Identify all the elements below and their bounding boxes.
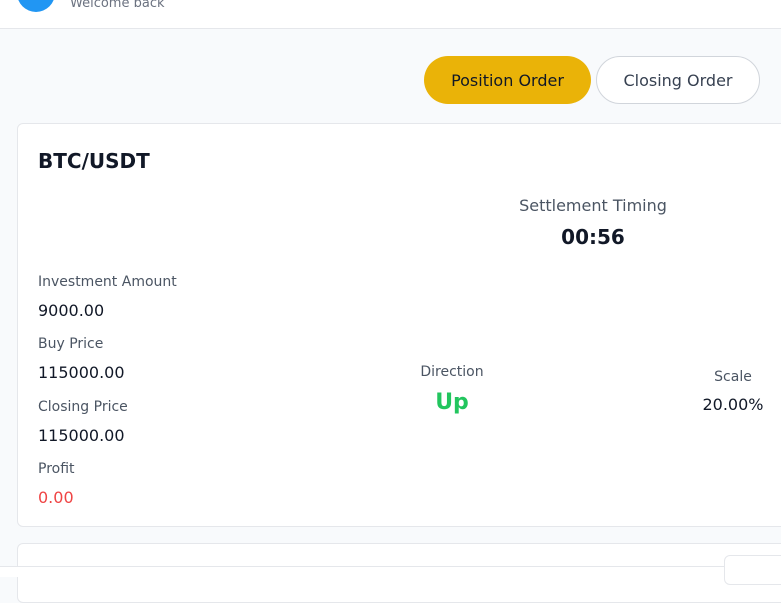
scale-value: 20.00% <box>702 395 764 414</box>
settlement-timing-label: Settlement Timing <box>519 196 667 215</box>
floating-button[interactable] <box>724 555 781 585</box>
closing-price-value: 115000.00 <box>38 426 125 445</box>
profit-label: Profit <box>38 461 75 477</box>
bottom-bar <box>0 566 781 577</box>
settlement-timing-value: 00:56 <box>561 225 625 249</box>
buy-price-value: 115000.00 <box>38 363 125 382</box>
investment-amount-value: 9000.00 <box>38 301 105 320</box>
closing-price-label: Closing Price <box>38 399 128 415</box>
position-order-button[interactable]: Position Order <box>424 56 591 104</box>
welcome-text: Welcome back <box>70 0 165 11</box>
direction-value: Up <box>435 390 469 415</box>
profit-value: 0.00 <box>38 488 74 507</box>
direction-label: Direction <box>420 364 484 380</box>
avatar[interactable] <box>17 0 55 12</box>
buy-price-label: Buy Price <box>38 336 104 352</box>
trading-pair: BTC/USDT <box>38 149 150 173</box>
scale-label: Scale <box>714 369 752 385</box>
closing-order-button[interactable]: Closing Order <box>596 56 760 104</box>
top-bar: Welcome back <box>0 0 781 29</box>
investment-amount-label: Investment Amount <box>38 274 177 290</box>
order-card[interactable]: BTC/USDT Settlement Timing 00:56 Investm… <box>17 123 781 527</box>
